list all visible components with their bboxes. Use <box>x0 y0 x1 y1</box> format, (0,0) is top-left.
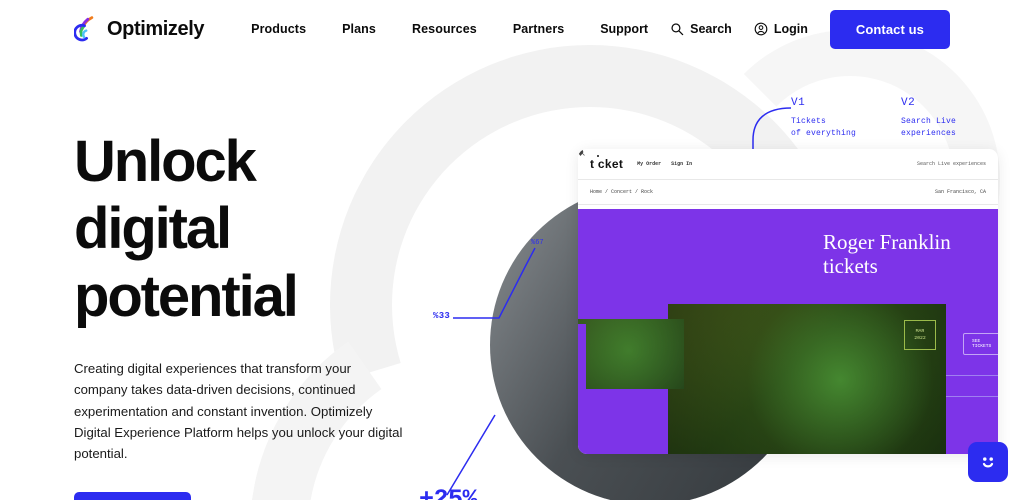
hero-contact-us-button[interactable]: Contact us <box>74 491 192 500</box>
mock-nav-my-order[interactable]: My Order <box>637 161 661 167</box>
annotation-v1-text: Tickets of everything <box>791 116 856 141</box>
annotation-incremental-value: +25% <box>419 485 478 500</box>
event-title-line-1: Roger Franklin <box>823 230 951 254</box>
optimizely-logo-mark-icon <box>74 16 94 42</box>
annotation-v1: V1 Tickets of everything <box>791 97 856 141</box>
annotation-v2-text: Search Live experiences <box>901 116 956 141</box>
search-icon <box>671 23 684 36</box>
annotation-v1-line-2: of everything <box>791 129 857 139</box>
mock-logo-text: t cket <box>590 157 624 171</box>
login-label: Login <box>773 22 808 36</box>
nav-item-resources[interactable]: Resources <box>412 22 477 36</box>
badge-month: MAR <box>915 328 925 334</box>
search-label: Search <box>690 22 732 36</box>
violet-accent-strip <box>578 324 586 444</box>
see-tickets-button[interactable]: SEE TICKETS <box>963 333 998 355</box>
logo-text: Optimizely <box>107 17 205 40</box>
mock-divider-bottom <box>578 204 998 205</box>
event-title-line-2: tickets <box>823 253 878 278</box>
annotation-percent-33: %33 <box>433 311 451 321</box>
header-actions: Support Search Login Contact us <box>600 9 950 49</box>
annotation-incremental: +25% Incremental <box>419 485 534 500</box>
event-photo-date-badge: MAR 2022 <box>904 320 936 350</box>
mock-search-field[interactable]: Search Live experiences <box>578 149 986 167</box>
event-photo-secondary <box>578 319 684 389</box>
nav-item-partners[interactable]: Partners <box>513 22 565 36</box>
hero-title-line-2: digital <box>74 196 232 262</box>
nav-item-plans[interactable]: Plans <box>342 22 376 36</box>
chevron-down-icon <box>578 149 583 153</box>
hero-content: Unlock digital potential Creating digita… <box>74 128 414 500</box>
hero-description: Creating digital experiences that transf… <box>74 360 403 462</box>
annotation-v2-line-2: experiences <box>901 129 957 139</box>
nav-item-products[interactable]: Products <box>251 22 306 36</box>
annotation-v2-line-1: Search Live <box>901 117 957 126</box>
annotation-v1-tag: V1 <box>791 97 806 109</box>
support-label: Support <box>600 22 649 36</box>
mock-location-label: San Francisco, CA <box>934 189 986 195</box>
browser-mockup: t cket My Order Sign In Search Live expe… <box>578 149 998 454</box>
hero-illustration: V1 Tickets of everything V2 Search Live … <box>395 45 1024 500</box>
mock-logo[interactable]: t cket <box>590 155 624 171</box>
mock-breadcrumb-bar: Home / Concert / Rock San Francisco, CA <box>578 149 998 204</box>
login-button[interactable]: Login <box>754 22 808 36</box>
mock-search-placeholder: Search Live experiences <box>916 161 986 167</box>
primary-nav: Products Plans Resources Partners <box>251 22 564 36</box>
mock-logo-dot-icon <box>597 155 599 157</box>
contact-us-button[interactable]: Contact us <box>829 9 950 49</box>
breadcrumb[interactable]: Home / Concert / Rock <box>590 189 653 195</box>
logo[interactable]: Optimizely <box>74 16 205 42</box>
annotation-v2: V2 Search Live experiences <box>901 97 956 141</box>
user-circle-icon <box>754 22 768 36</box>
mock-topbar: t cket My Order Sign In Search Live expe… <box>578 149 998 179</box>
smiley-chat-icon <box>982 457 994 468</box>
support-link[interactable]: Support <box>600 22 648 36</box>
page-title: Unlock digital potential <box>74 128 414 330</box>
mock-location-selector[interactable]: San Francisco, CA <box>578 149 986 195</box>
annotation-v1-line-1: Tickets <box>791 117 827 126</box>
chat-widget-button[interactable] <box>968 442 1008 482</box>
mock-nav-sign-in[interactable]: Sign In <box>671 161 692 167</box>
search-button[interactable]: Search <box>670 22 732 36</box>
badge-year: 2022 <box>914 336 926 341</box>
annotation-percent-67: %67 <box>531 239 544 247</box>
site-header: Optimizely Products Plans Resources Part… <box>0 0 1024 58</box>
hero-title-line-3: potential <box>74 263 299 329</box>
event-photo-main: MAR 2022 <box>668 304 946 454</box>
event-title: Roger Franklin tickets <box>823 230 991 278</box>
hero-title-line-1: Unlock <box>74 129 257 194</box>
mock-nav: My Order Sign In <box>637 161 692 167</box>
annotation-v2-tag: V2 <box>901 97 916 109</box>
